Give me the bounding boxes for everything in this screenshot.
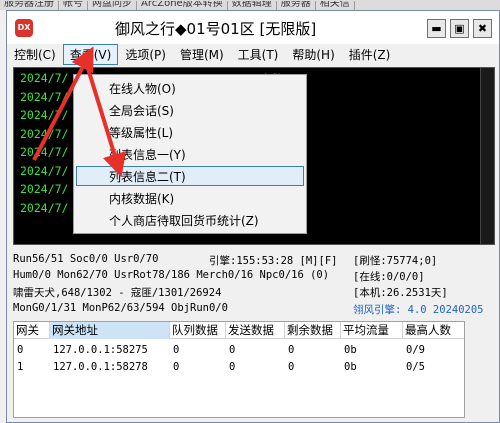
- console-log-line: 2024/7/: [20, 163, 69, 178]
- table-row[interactable]: 1 127.0.0.1:58278 0 0 0 0b 0/5: [14, 359, 464, 375]
- minimize-icon: ▬: [431, 22, 442, 35]
- menu-plugins[interactable]: 插件(Z): [342, 44, 398, 65]
- menu-view[interactable]: 查看(V): [62, 44, 119, 65]
- maximize-button[interactable]: ▣: [450, 19, 469, 38]
- title-bar[interactable]: DX 御风之行◆01号01区 [无限版] ▬ ▣ ✖: [7, 11, 499, 44]
- console-log-line: 2024/7/: [20, 145, 69, 159]
- maximize-icon: ▣: [454, 22, 465, 35]
- menu-help[interactable]: 帮助(H): [285, 44, 341, 65]
- side-panel: [469, 321, 495, 418]
- menu-control[interactable]: 控制(C): [7, 44, 63, 65]
- col-max-users[interactable]: 最高人数: [403, 322, 464, 339]
- engine-version: 翎风引擎: 4.0 20240205: [353, 304, 484, 316]
- console-scrollbar[interactable]: [480, 68, 494, 244]
- status-online: [在线:0/0/0]: [353, 271, 425, 283]
- bg-tab[interactable]: 数据辑理: [228, 1, 277, 10]
- console-log-line: 2024/7/: [20, 108, 69, 122]
- cell-queue: 0: [173, 361, 180, 373]
- cell-max-users: 0/5: [406, 361, 425, 373]
- cell-gateway: 0: [17, 344, 24, 356]
- console-log-line: 2024/7/: [20, 182, 69, 196]
- col-queue[interactable]: 队列数据: [170, 322, 226, 339]
- close-button[interactable]: ✖: [473, 19, 492, 38]
- menu-manage[interactable]: 管理(M): [173, 44, 231, 65]
- console-log-line: 2024/7/: [20, 71, 69, 85]
- col-remaining[interactable]: 剩余数据: [285, 322, 341, 339]
- window-title: 御风之行◆01号01区 [无限版]: [115, 20, 317, 38]
- table-header: 网关 网关地址 队列数据 发送数据 剩余数据 平均流量 最高人数: [14, 322, 464, 339]
- menu-item-shop-currency-stats[interactable]: 个人商店待取回货币统计(Z): [76, 210, 304, 230]
- bg-tab[interactable]: 服务器: [277, 1, 316, 10]
- bg-tab[interactable]: 相关信: [316, 1, 355, 10]
- server-window: DX 御风之行◆01号01区 [无限版] ▬ ▣ ✖ 控制(C) 查看(V) 选…: [6, 10, 500, 423]
- status-engine-time: 引擎:155:53:28 [M][F]: [209, 255, 338, 267]
- status-boss: 啸雷天犬,648/1302 - 寇匪/1301/26924: [13, 287, 222, 299]
- status-run: Run56/51 Soc0/0 Usr0/70: [13, 253, 159, 265]
- cell-remaining: 0: [288, 361, 295, 373]
- cell-gateway: 1: [17, 361, 24, 373]
- gateway-table: 网关 网关地址 队列数据 发送数据 剩余数据 平均流量 最高人数 0 127.0…: [13, 321, 465, 418]
- console-log-line: 2024/7/: [20, 200, 69, 215]
- menu-options[interactable]: 选项(P): [118, 44, 173, 65]
- app-logo-icon: DX: [15, 19, 33, 37]
- status-uptime: [本机:26.2531天]: [353, 287, 448, 299]
- col-address[interactable]: 网关地址: [50, 322, 170, 339]
- bg-tab[interactable]: 服务器注册: [0, 1, 59, 10]
- status-panel: Run56/51 Soc0/0 Usr0/70 引擎:155:53:28 [M]…: [13, 249, 495, 321]
- cell-queue: 0: [173, 344, 180, 356]
- cell-max-users: 0/9: [406, 344, 425, 356]
- menu-bar: 控制(C) 查看(V) 选项(P) 管理(M) 工具(T) 帮助(H) 插件(Z…: [7, 44, 499, 65]
- menu-item-list-info-1[interactable]: 列表信息一(Y): [76, 144, 304, 164]
- menu-item-list-info-2[interactable]: 列表信息二(T): [76, 166, 304, 186]
- col-gateway[interactable]: 网关: [14, 322, 50, 339]
- table-row[interactable]: 0 127.0.0.1:58275 0 0 0 0b 0/9: [14, 342, 464, 358]
- col-sent[interactable]: 发送数据: [226, 322, 285, 339]
- cell-address: 127.0.0.1:58275: [53, 344, 148, 356]
- console-log-line: 2024/7/: [20, 89, 69, 104]
- menu-item-level-attributes[interactable]: 等级属性(L): [76, 122, 304, 142]
- bg-tab[interactable]: 帐号: [59, 1, 88, 10]
- cell-sent: 0: [229, 361, 236, 373]
- console-log-line: 2024/7/: [20, 126, 69, 141]
- status-mong: MonG0/1/31 MonP62/63/594 ObjRun0/0: [13, 302, 228, 314]
- cell-avg-traffic: 0b: [344, 344, 357, 356]
- background-taskbar: 服务器注册 帐号 网盘同步 ArcZone版本转换 数据辑理 服务器 相关信: [0, 0, 500, 10]
- status-monster-refresh: [刷怪:75774;0]: [353, 255, 438, 267]
- menu-item-online-players[interactable]: 在线人物(O): [76, 78, 304, 98]
- cell-address: 127.0.0.1:58278: [53, 361, 148, 373]
- menu-item-kernel-data[interactable]: 内核数据(K): [76, 188, 304, 208]
- bg-tab[interactable]: ArcZone版本转换: [137, 1, 228, 10]
- cell-sent: 0: [229, 344, 236, 356]
- status-hum: Hum0/0 Mon62/70 UsrRot78/186 Merch0/16 N…: [13, 269, 330, 281]
- menu-item-global-sessions[interactable]: 全局会话(S): [76, 100, 304, 120]
- col-avg-traffic[interactable]: 平均流量: [341, 322, 403, 339]
- cell-avg-traffic: 0b: [344, 361, 357, 373]
- cell-remaining: 0: [288, 344, 295, 356]
- view-menu-dropdown: 在线人物(O) 全局会话(S) 等级属性(L) 列表信息一(Y) 列表信息二(T…: [73, 74, 307, 234]
- close-icon: ✖: [477, 22, 488, 35]
- minimize-button[interactable]: ▬: [427, 19, 446, 38]
- menu-tools[interactable]: 工具(T): [231, 44, 286, 65]
- bg-tab[interactable]: 网盘同步: [88, 1, 137, 10]
